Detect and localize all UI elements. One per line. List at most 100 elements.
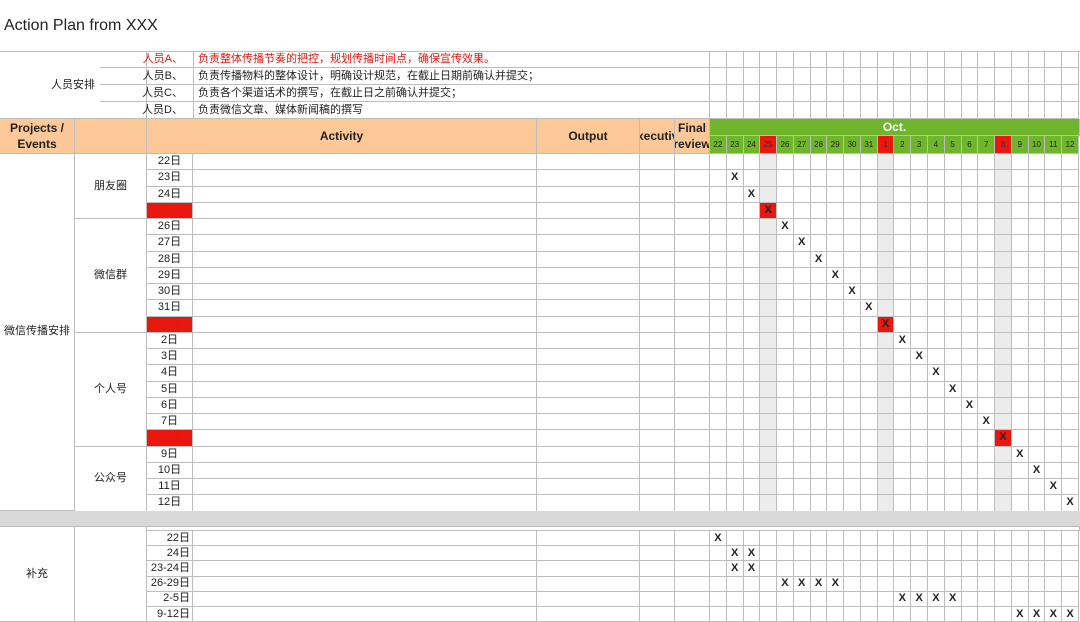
- header-day[interactable]: 4: [928, 136, 945, 154]
- schedule-cell[interactable]: [978, 316, 996, 333]
- activity-cell[interactable]: [193, 251, 537, 268]
- schedule-cell[interactable]: [911, 479, 928, 496]
- schedule-cell[interactable]: [810, 591, 828, 607]
- final-review-cell[interactable]: [675, 495, 710, 512]
- schedule-cell[interactable]: [911, 170, 928, 187]
- final-review-cell[interactable]: [675, 251, 710, 268]
- schedule-cell[interactable]: X: [726, 170, 744, 187]
- schedule-cell[interactable]: [978, 430, 996, 447]
- schedule-cell[interactable]: [944, 332, 962, 349]
- schedule-cell[interactable]: [810, 397, 828, 414]
- staff-grid-cell[interactable]: [743, 68, 761, 85]
- schedule-cell[interactable]: [894, 284, 912, 301]
- schedule-cell[interactable]: [710, 267, 727, 284]
- schedule-cell[interactable]: [710, 154, 727, 171]
- schedule-cell[interactable]: [743, 381, 761, 398]
- schedule-cell[interactable]: [961, 576, 979, 592]
- executive-cell[interactable]: [640, 607, 675, 622]
- date-cell[interactable]: 30日: [147, 284, 193, 301]
- schedule-cell[interactable]: [961, 591, 979, 607]
- schedule-cell[interactable]: [1062, 479, 1079, 496]
- output-cell[interactable]: [537, 186, 640, 203]
- staff-grid-cell[interactable]: [844, 102, 861, 119]
- staff-grid-cell[interactable]: [743, 102, 761, 119]
- executive-cell[interactable]: [640, 267, 675, 284]
- final-review-cell[interactable]: [675, 219, 710, 236]
- schedule-cell[interactable]: [978, 479, 996, 496]
- output-cell[interactable]: [537, 365, 640, 382]
- schedule-cell[interactable]: [810, 607, 828, 622]
- schedule-cell[interactable]: [743, 202, 761, 219]
- staff-grid-cell[interactable]: [911, 102, 928, 119]
- staff-grid-cell[interactable]: [1028, 68, 1046, 85]
- activity-cell[interactable]: [193, 235, 537, 252]
- output-cell[interactable]: [537, 446, 640, 463]
- schedule-cell[interactable]: X: [777, 576, 794, 592]
- schedule-cell[interactable]: [944, 531, 962, 547]
- header-day[interactable]: 26: [777, 136, 794, 154]
- schedule-cell[interactable]: [961, 546, 979, 562]
- schedule-cell[interactable]: [995, 284, 1012, 301]
- staff-grid-cell[interactable]: [1062, 102, 1079, 119]
- schedule-cell[interactable]: [844, 251, 861, 268]
- schedule-cell[interactable]: [928, 219, 945, 236]
- schedule-cell[interactable]: [777, 267, 794, 284]
- schedule-cell[interactable]: [726, 607, 744, 622]
- schedule-cell[interactable]: [743, 251, 761, 268]
- activity-cell[interactable]: [193, 349, 537, 366]
- staff-grid-cell[interactable]: [1045, 102, 1063, 119]
- schedule-cell[interactable]: [810, 381, 828, 398]
- activity-cell[interactable]: [193, 332, 537, 349]
- schedule-cell[interactable]: [1062, 202, 1079, 219]
- schedule-cell[interactable]: [1045, 332, 1063, 349]
- header-day[interactable]: 11: [1045, 136, 1063, 154]
- schedule-cell[interactable]: [760, 219, 778, 236]
- schedule-cell[interactable]: [710, 235, 727, 252]
- activity-cell[interactable]: [193, 219, 537, 236]
- schedule-cell[interactable]: [928, 495, 945, 512]
- staff-grid-cell[interactable]: [1011, 68, 1029, 85]
- schedule-cell[interactable]: [1062, 531, 1079, 547]
- schedule-cell[interactable]: [978, 284, 996, 301]
- schedule-cell[interactable]: [911, 186, 928, 203]
- staff-grid-cell[interactable]: [710, 85, 727, 102]
- staff-grid-cell[interactable]: [911, 85, 928, 102]
- schedule-cell[interactable]: [877, 284, 895, 301]
- schedule-cell[interactable]: [810, 202, 828, 219]
- schedule-cell[interactable]: [810, 561, 828, 577]
- schedule-cell[interactable]: [995, 397, 1012, 414]
- schedule-cell[interactable]: [928, 235, 945, 252]
- schedule-cell[interactable]: [760, 546, 778, 562]
- schedule-cell[interactable]: [995, 576, 1012, 592]
- schedule-cell[interactable]: [944, 462, 962, 479]
- staff-grid-cell[interactable]: [760, 102, 778, 119]
- schedule-cell[interactable]: [1062, 300, 1079, 317]
- schedule-cell[interactable]: [827, 186, 845, 203]
- schedule-cell[interactable]: [710, 349, 727, 366]
- schedule-cell[interactable]: [760, 332, 778, 349]
- schedule-cell[interactable]: [1028, 365, 1046, 382]
- schedule-cell[interactable]: [726, 251, 744, 268]
- staff-grid-cell[interactable]: [860, 85, 878, 102]
- staff-grid-cell[interactable]: [1045, 85, 1063, 102]
- staff-grid-cell[interactable]: [877, 68, 895, 85]
- output-cell[interactable]: [537, 561, 640, 577]
- schedule-cell[interactable]: [726, 332, 744, 349]
- output-cell[interactable]: [537, 284, 640, 301]
- schedule-cell[interactable]: [911, 430, 928, 447]
- schedule-cell[interactable]: [1062, 186, 1079, 203]
- schedule-cell[interactable]: [810, 446, 828, 463]
- schedule-cell[interactable]: [877, 576, 895, 592]
- schedule-cell[interactable]: [777, 479, 794, 496]
- schedule-cell[interactable]: [710, 219, 727, 236]
- schedule-cell[interactable]: [860, 349, 878, 366]
- schedule-cell[interactable]: [928, 170, 945, 187]
- schedule-cell[interactable]: [860, 154, 878, 171]
- schedule-cell[interactable]: [1011, 479, 1029, 496]
- staff-grid-cell[interactable]: [1045, 52, 1063, 68]
- channel-label[interactable]: 微信群: [75, 219, 147, 333]
- schedule-cell[interactable]: [777, 446, 794, 463]
- schedule-cell[interactable]: X: [1011, 446, 1029, 463]
- schedule-cell[interactable]: [961, 332, 979, 349]
- staff-member-duty[interactable]: 负责整体传播节奏的把控，规划传播时间点，确保宣传效果。: [194, 52, 710, 68]
